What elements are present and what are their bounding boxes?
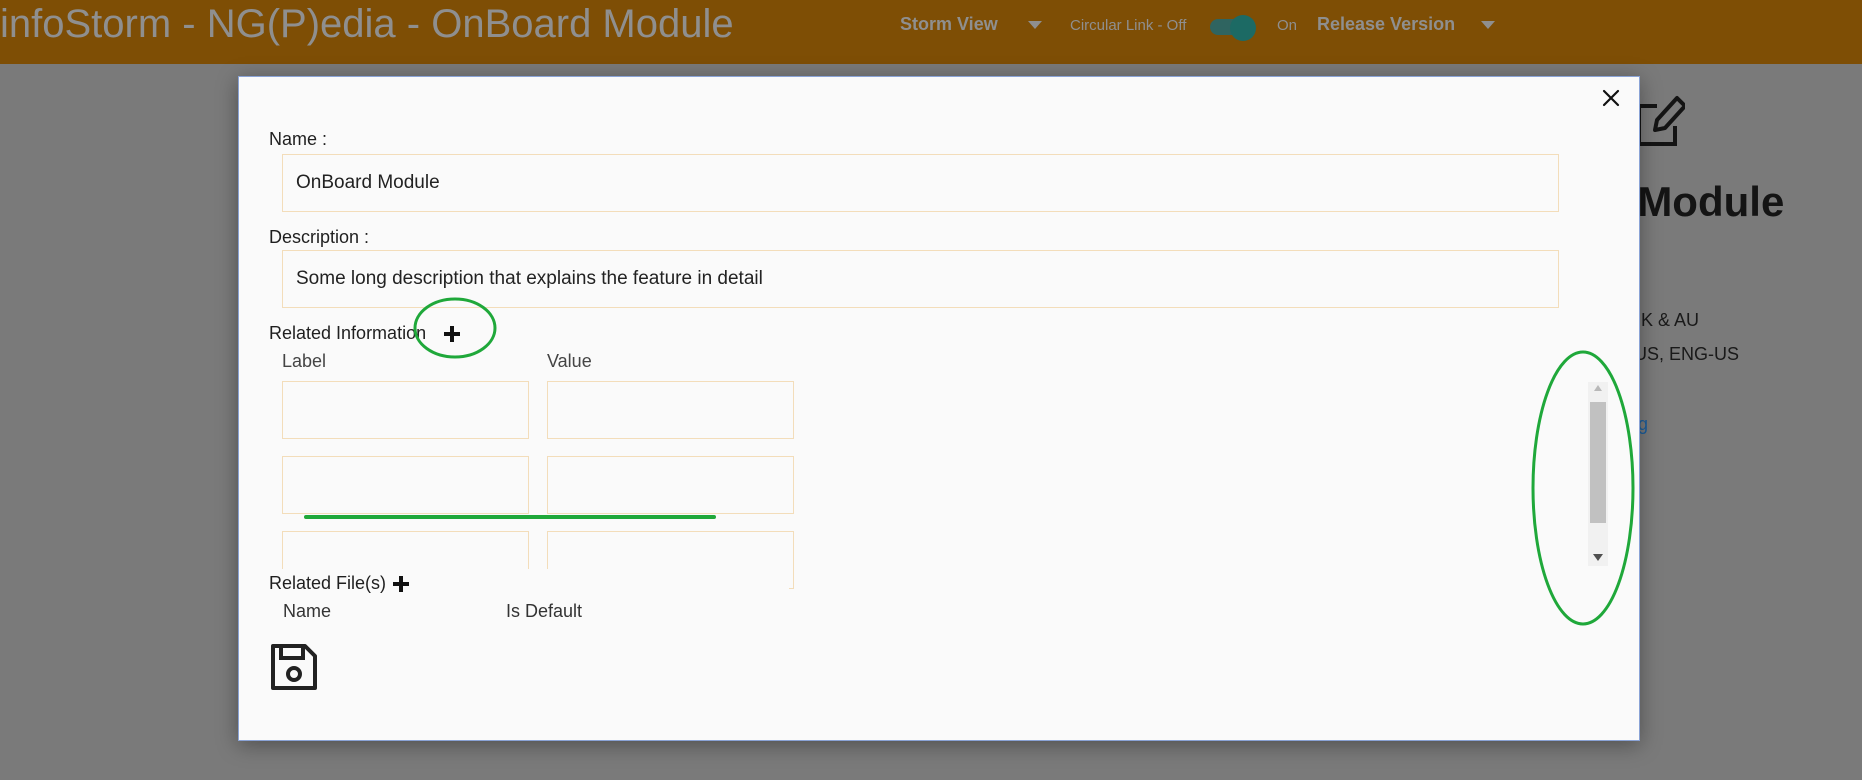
related-value-input[interactable] <box>547 381 794 439</box>
scroll-thumb[interactable] <box>1590 402 1606 523</box>
app-title: infoStorm - NG(P)edia - OnBoard Module <box>0 2 734 46</box>
circular-link-label: Circular Link - Off <box>1070 17 1187 34</box>
related-value-input[interactable] <box>547 456 794 514</box>
is-default-column-header: Is Default <box>506 601 583 621</box>
scroll-down-arrow-icon[interactable] <box>1593 554 1603 561</box>
add-related-info-plus-icon[interactable] <box>444 326 460 342</box>
label-column-header: Label <box>282 351 327 371</box>
description-input[interactable]: Some long description that explains the … <box>282 250 1559 308</box>
name-label: Name : <box>269 129 328 149</box>
pencil-edit-icon <box>1637 96 1685 146</box>
related-information-label: Related Information <box>269 323 427 343</box>
file-name-column-header: Name <box>283 601 332 621</box>
storm-view-chevron-down-icon[interactable] <box>1028 21 1042 29</box>
release-version-dropdown[interactable]: Release Version <box>1317 14 1455 35</box>
name-input[interactable]: OnBoard Module <box>282 154 1559 212</box>
related-files-label: Related File(s) <box>269 573 387 593</box>
add-related-file-plus-icon[interactable] <box>393 576 409 592</box>
value-column-header: Value <box>547 351 592 371</box>
toggle-thumb[interactable] <box>1230 15 1256 41</box>
background-line-2: -US, ENG-US <box>1628 344 1740 364</box>
floppy-disk-icon[interactable] <box>269 642 319 692</box>
related-info-scrollbar[interactable] <box>1588 382 1608 566</box>
top-app-bar: infoStorm - NG(P)edia - OnBoard Module S… <box>0 0 1862 64</box>
description-label: Description : <box>269 227 370 247</box>
related-label-input[interactable] <box>282 381 529 439</box>
scroll-up-arrow-icon[interactable] <box>1594 385 1602 391</box>
close-icon[interactable] <box>1598 85 1624 111</box>
edit-module-dialog: Name : OnBoard Module Description : Some… <box>238 76 1640 741</box>
storm-view-dropdown[interactable]: Storm View <box>900 14 998 35</box>
related-label-input[interactable] <box>282 456 529 514</box>
release-version-chevron-down-icon[interactable] <box>1481 21 1495 29</box>
toggle-on-label: On <box>1277 17 1298 34</box>
